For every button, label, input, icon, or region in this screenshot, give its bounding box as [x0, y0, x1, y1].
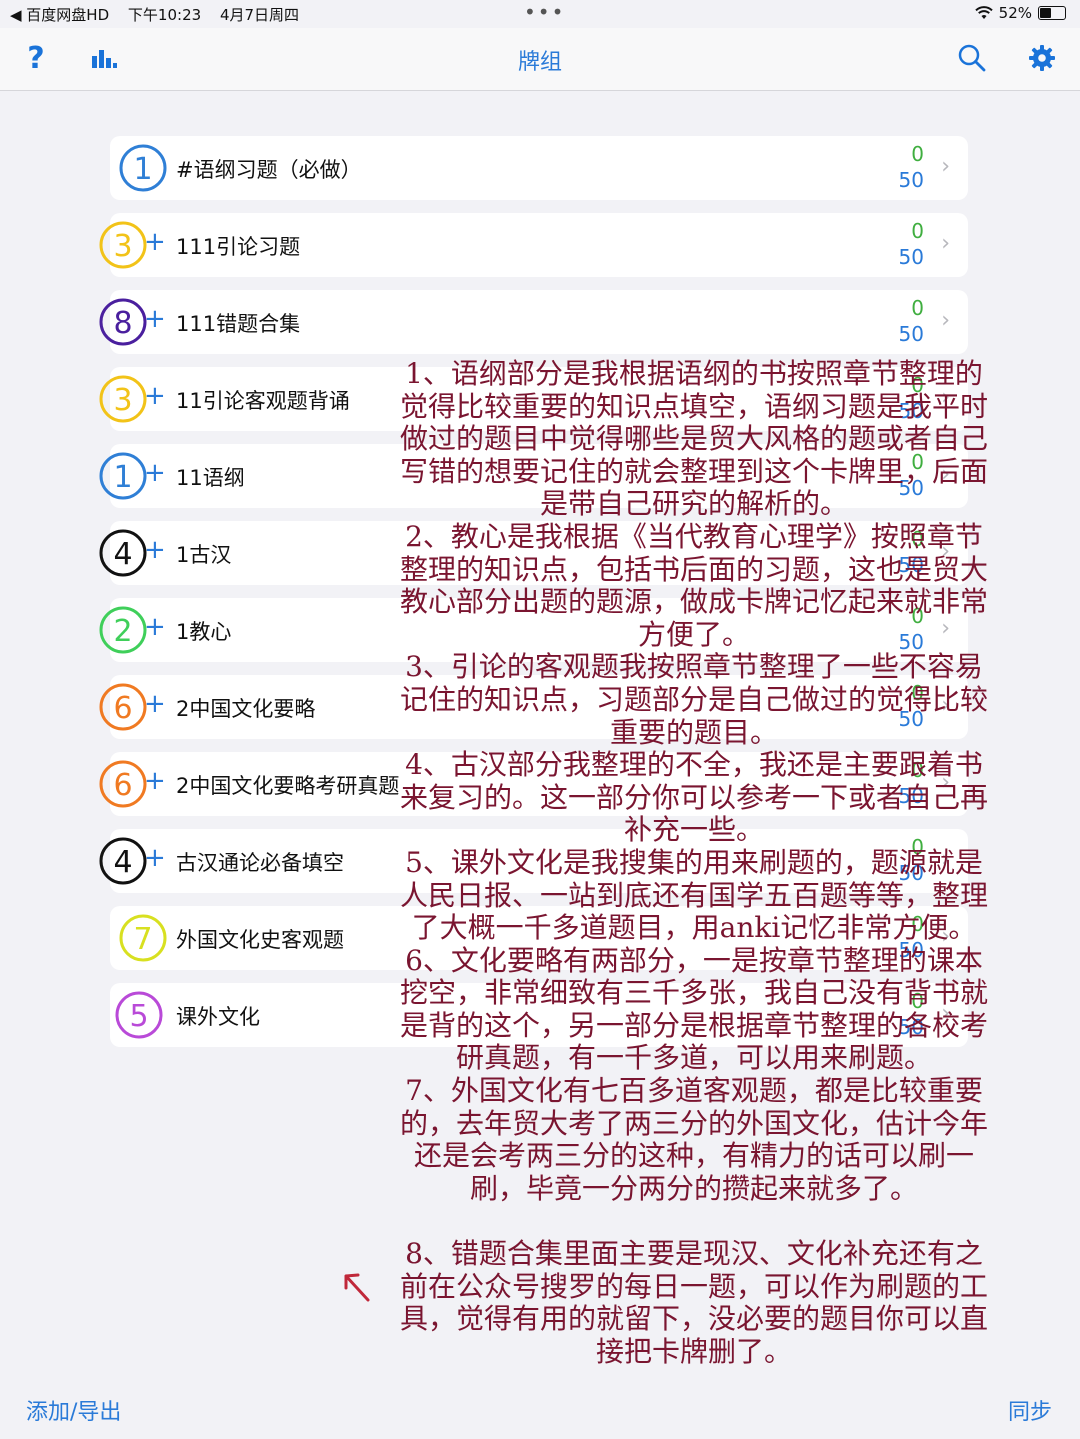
deck-name: 1古汉 — [176, 543, 232, 567]
chevron-right-icon[interactable]: › — [941, 308, 950, 333]
circled-number-mark-icon: 4 — [99, 529, 147, 577]
multitask-dots-icon[interactable]: ••• — [524, 0, 565, 24]
svg-text:8: 8 — [113, 306, 132, 341]
svg-text:3: 3 — [113, 229, 132, 264]
chevron-right-icon[interactable]: › — [941, 154, 950, 179]
svg-text:5: 5 — [129, 999, 148, 1034]
circled-number-mark-icon: 6 — [99, 683, 147, 731]
deck-row[interactable]: +111引论习题 0 50 › — [110, 213, 968, 277]
arrow-icon — [344, 1273, 370, 1302]
deck-name: 11引论客观题背诵 — [176, 389, 350, 413]
deck-name: 111错题合集 — [176, 312, 301, 336]
svg-text:6: 6 — [113, 691, 132, 726]
deck-new-count: 50 — [898, 245, 924, 269]
battery-percent: 52% — [998, 4, 1032, 22]
deck-name: 古汉通论必备填空 — [176, 851, 344, 875]
search-icon[interactable] — [954, 40, 990, 76]
sync-button[interactable]: 同步 — [1008, 1394, 1052, 1426]
deck-due-count: 0 — [911, 296, 924, 320]
deck-name: #语纲习题（必做） — [176, 158, 362, 182]
nav-bar: ? 牌组 — [0, 28, 1080, 91]
chevron-right-icon[interactable]: › — [941, 231, 950, 256]
svg-text:7: 7 — [133, 922, 152, 957]
circled-number-mark-icon: 5 — [115, 991, 163, 1039]
deck-name: 11语纲 — [176, 466, 245, 490]
deck-row[interactable]: #语纲习题（必做） 0 50 › — [110, 136, 968, 200]
circled-number-mark-icon: 1 — [99, 452, 147, 500]
circled-number-mark-icon: 6 — [99, 760, 147, 808]
status-bar: ◀ 百度网盘HD 下午10:23 4月7日周四 ••• 52% — [0, 0, 1080, 28]
deck-due-count: 0 — [911, 219, 924, 243]
circled-number-mark-icon: 1 — [119, 144, 167, 192]
battery-icon — [1038, 6, 1066, 20]
svg-text:1: 1 — [113, 460, 132, 495]
back-to-app-link[interactable]: ◀ 百度网盘HD — [10, 6, 109, 24]
circled-number-mark-icon: 3 — [99, 221, 147, 269]
svg-text:6: 6 — [113, 768, 132, 803]
deck-new-count: 50 — [898, 168, 924, 192]
deck-name: 课外文化 — [176, 1005, 260, 1029]
svg-text:1: 1 — [133, 152, 152, 187]
svg-text:4: 4 — [113, 537, 132, 572]
status-date: 4月7日周四 — [219, 6, 300, 24]
circled-number-mark-icon: 8 — [99, 298, 147, 346]
add-export-button[interactable]: 添加/导出 — [26, 1394, 121, 1426]
deck-name: 111引论习题 — [176, 235, 301, 259]
svg-text:2: 2 — [113, 614, 132, 649]
circled-number-mark-icon: 4 — [99, 837, 147, 885]
circled-number-mark-icon: 7 — [119, 914, 167, 962]
deck-name: 2中国文化要略 — [176, 697, 316, 721]
handwritten-annotation: 1、语纲部分是我根据语纲的书按照章节整理的觉得比较重要的知识点填空，语纲习题是我… — [399, 357, 988, 1368]
bottom-toolbar: 添加/导出 同步 — [0, 1380, 1080, 1439]
deck-row[interactable]: +111错题合集 0 50 › — [110, 290, 968, 354]
gear-icon[interactable] — [1024, 40, 1060, 76]
page-title: 牌组 — [517, 50, 562, 75]
deck-new-count: 50 — [898, 322, 924, 346]
deck-name: 2中国文化要略考研真题 — [176, 774, 400, 798]
deck-due-count: 0 — [911, 142, 924, 166]
wifi-icon — [974, 6, 993, 19]
status-time: 下午10:23 — [127, 6, 202, 24]
deck-name: 外国文化史客观题 — [176, 928, 344, 952]
circled-number-mark-icon: 3 — [99, 375, 147, 423]
svg-text:3: 3 — [113, 383, 132, 418]
circled-number-mark-icon: 2 — [99, 606, 147, 654]
svg-text:4: 4 — [113, 845, 132, 880]
deck-name: 1教心 — [176, 620, 232, 644]
